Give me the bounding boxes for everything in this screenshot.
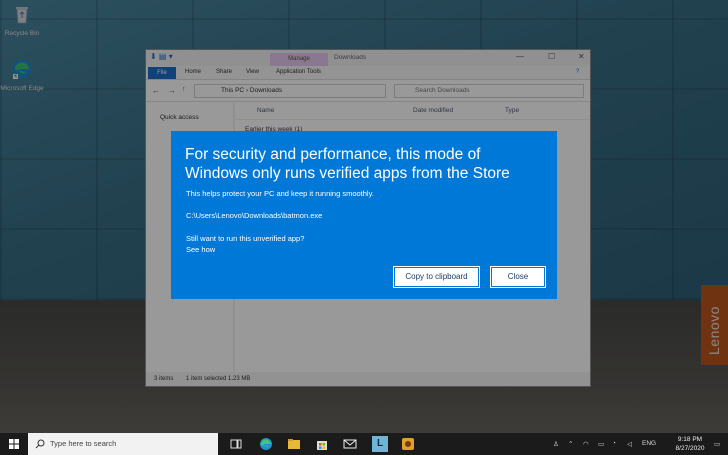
- clock-date: 8/27/2020: [675, 445, 705, 452]
- battery-icon[interactable]: ▭: [598, 440, 604, 448]
- dialog-question: Still want to run this unverified app?: [186, 234, 305, 243]
- unverified-app-dialog: For security and performance, this mode …: [171, 131, 557, 299]
- dialog-headline: For security and performance, this mode …: [185, 146, 510, 182]
- game-icon[interactable]: [400, 436, 416, 452]
- edge-icon[interactable]: [258, 436, 274, 452]
- language-indicator[interactable]: ENG: [642, 440, 656, 447]
- mail-icon[interactable]: [342, 436, 358, 452]
- store-icon[interactable]: [314, 436, 330, 452]
- people-icon[interactable]: ♙: [553, 440, 559, 448]
- close-button[interactable]: Close: [490, 266, 546, 288]
- wifi-icon[interactable]: ◠: [583, 440, 589, 448]
- clock-time: 9:18 PM: [677, 436, 703, 443]
- see-how-link[interactable]: See how: [186, 245, 215, 254]
- windows-icon: [9, 439, 19, 449]
- taskbar: Type here to search L ♙ ⌃ ◠ ▭ ◔ ◁ ENG 9:…: [0, 433, 728, 455]
- start-button[interactable]: [0, 433, 28, 455]
- volume-icon[interactable]: ◁: [627, 440, 632, 448]
- task-view-icon[interactable]: [228, 436, 244, 452]
- copy-to-clipboard-button[interactable]: Copy to clipboard: [393, 266, 480, 288]
- blocked-app-path: C:\Users\Lenovo\Downloads\batmon.exe: [186, 211, 323, 220]
- lenovo-app-icon[interactable]: L: [372, 436, 388, 452]
- file-explorer-icon[interactable]: [286, 436, 302, 452]
- dialog-subtitle: This helps protect your PC and keep it r…: [186, 189, 374, 198]
- search-icon: [35, 439, 45, 449]
- taskbar-search-placeholder: Type here to search: [50, 439, 117, 448]
- taskbar-search-input[interactable]: Type here to search: [28, 433, 218, 455]
- taskbar-clock[interactable]: 9:18 PM 8/27/2020: [670, 435, 710, 453]
- tray-chevron-icon[interactable]: ⌃: [568, 440, 573, 448]
- notification-icon[interactable]: ▭: [714, 440, 720, 448]
- wifi-signal-icon[interactable]: ◔: [612, 440, 616, 447]
